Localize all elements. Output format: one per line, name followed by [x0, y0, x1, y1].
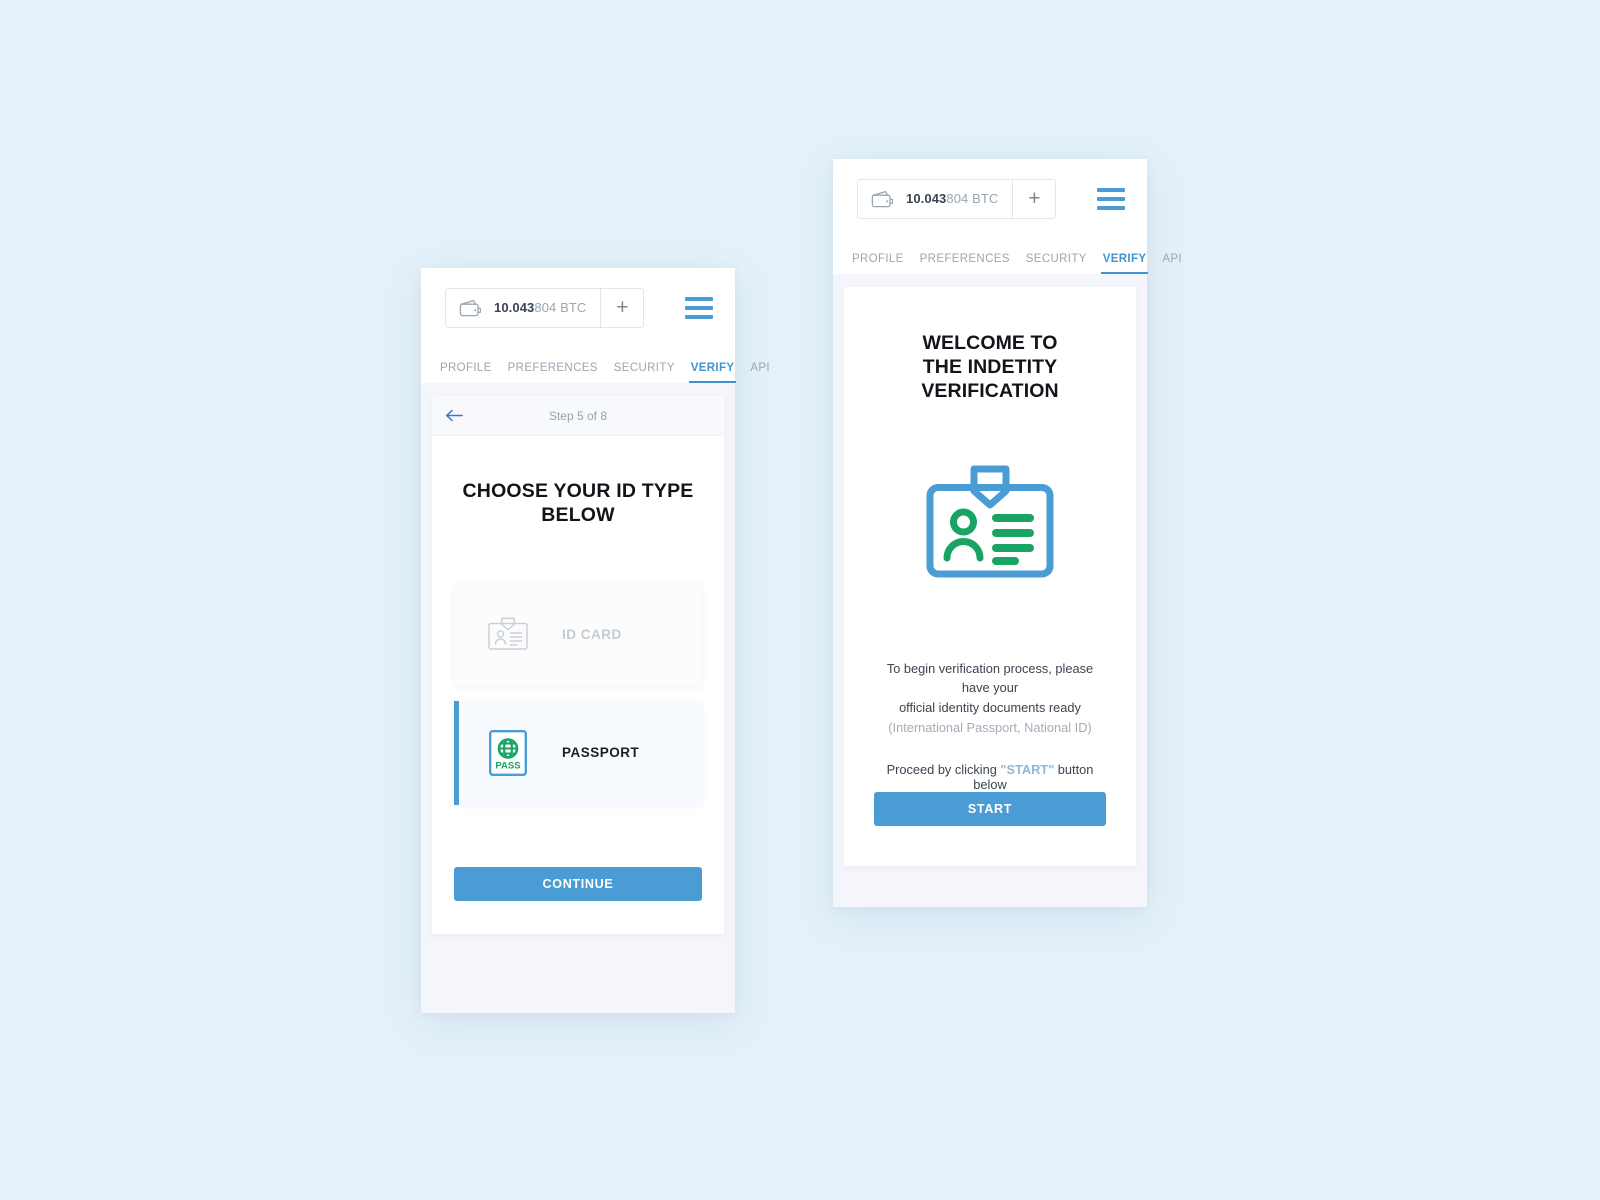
- continue-button[interactable]: CONTINUE: [454, 867, 702, 901]
- tab-verify[interactable]: VERIFY: [1095, 253, 1155, 274]
- title-line-1: WELCOME TO: [922, 332, 1058, 354]
- hamburger-bar: [1097, 205, 1125, 210]
- hamburger-bar: [685, 296, 713, 301]
- back-arrow-icon[interactable]: [432, 409, 476, 422]
- balance-minor: 804 BTC: [534, 300, 587, 315]
- step-header: Step 5 of 8: [432, 396, 724, 436]
- hamburger-bar: [685, 305, 713, 310]
- option-id-card[interactable]: ID CARD: [454, 582, 702, 687]
- start-button-wrapper: START: [874, 791, 1106, 866]
- instructions-line-1: To begin verification process, please ha…: [886, 660, 1094, 696]
- tab-profile[interactable]: PROFILE: [844, 253, 912, 274]
- id-type-panel: Step 5 of 8 CHOOSE YOUR ID TYPE BELOW ID…: [432, 396, 724, 934]
- id-badge-illustration: [924, 460, 1056, 591]
- tab-security[interactable]: SECURITY: [606, 362, 683, 383]
- phone-mockup-left: 10.043804 BTC + PROFILE PREFERENCES SECU…: [421, 268, 770, 1013]
- id-type-body: CHOOSE YOUR ID TYPE BELOW ID CARD PASS P…: [432, 436, 724, 934]
- wallet-balance-amount: 10.043804 BTC: [494, 300, 600, 315]
- panel-wrapper-left: Step 5 of 8 CHOOSE YOUR ID TYPE BELOW ID…: [421, 383, 735, 934]
- wallet-balance-amount: 10.043804 BTC: [906, 191, 1012, 206]
- instructions-line-3: (International Passport, National ID): [888, 720, 1092, 735]
- continue-button-wrapper: CONTINUE: [454, 867, 702, 934]
- instructions-text: To begin verification process, please ha…: [874, 659, 1106, 738]
- welcome-panel: WELCOME TO THE INDETITY VERIFICATION To …: [844, 287, 1136, 866]
- id-type-options: ID CARD PASS PASSPORT: [454, 582, 702, 805]
- tab-bar-right: PROFILE PREFERENCES SECURITY VERIFY API: [833, 238, 1182, 274]
- passport-icon: PASS: [484, 729, 532, 776]
- tab-preferences[interactable]: PREFERENCES: [912, 253, 1018, 274]
- title-line-1: CHOOSE YOUR ID TYPE: [462, 480, 694, 502]
- proceed-text: Proceed by clicking "START" button below: [874, 762, 1106, 792]
- top-bar-right: 10.043804 BTC +: [833, 159, 1147, 238]
- option-passport[interactable]: PASS PASSPORT: [454, 700, 702, 805]
- svg-text:PASS: PASS: [495, 760, 520, 771]
- page-title-left: CHOOSE YOUR ID TYPE BELOW: [454, 480, 702, 528]
- welcome-body: WELCOME TO THE INDETITY VERIFICATION To …: [844, 287, 1136, 866]
- title-line-2: BELOW: [541, 503, 615, 526]
- tab-profile[interactable]: PROFILE: [432, 362, 500, 383]
- top-bar-left: 10.043804 BTC +: [421, 268, 735, 347]
- start-button[interactable]: START: [874, 791, 1106, 826]
- hamburger-menu-icon[interactable]: [685, 296, 713, 319]
- wallet-balance-box[interactable]: 10.043804 BTC +: [445, 287, 645, 328]
- proceed-prefix: Proceed by clicking: [886, 761, 1001, 777]
- hamburger-bar: [1097, 196, 1125, 201]
- proceed-quoted-start: "START": [1000, 761, 1055, 777]
- title-line-2: THE INDETITY VERIFICATION: [921, 356, 1059, 403]
- wallet-icon: [446, 299, 494, 317]
- balance-major: 10.043: [906, 191, 947, 206]
- tab-bar-left: PROFILE PREFERENCES SECURITY VERIFY API: [421, 347, 770, 383]
- tab-api[interactable]: API: [1154, 253, 1190, 274]
- add-funds-button[interactable]: +: [600, 288, 643, 327]
- hamburger-bar: [685, 314, 713, 319]
- panel-wrapper-right: WELCOME TO THE INDETITY VERIFICATION To …: [833, 274, 1147, 866]
- wallet-icon: [858, 190, 906, 208]
- tab-security[interactable]: SECURITY: [1018, 253, 1095, 274]
- tab-api[interactable]: API: [742, 362, 778, 383]
- tab-verify[interactable]: VERIFY: [683, 362, 743, 383]
- balance-major: 10.043: [494, 300, 535, 315]
- page-title-right: WELCOME TO THE INDETITY VERIFICATION: [874, 331, 1106, 404]
- option-label-passport: PASSPORT: [562, 745, 640, 761]
- instructions-line-2: official identity documents ready: [899, 700, 1081, 716]
- balance-minor: 804 BTC: [946, 191, 999, 206]
- phone-mockup-right: 10.043804 BTC + PROFILE PREFERENCES SECU…: [833, 159, 1182, 907]
- add-funds-button[interactable]: +: [1012, 179, 1055, 218]
- hamburger-menu-icon[interactable]: [1097, 187, 1125, 210]
- option-label-id-card: ID CARD: [562, 627, 622, 643]
- hamburger-bar: [1097, 187, 1125, 192]
- tab-preferences[interactable]: PREFERENCES: [500, 362, 606, 383]
- wallet-balance-box[interactable]: 10.043804 BTC +: [857, 178, 1057, 219]
- id-card-icon: [484, 617, 532, 653]
